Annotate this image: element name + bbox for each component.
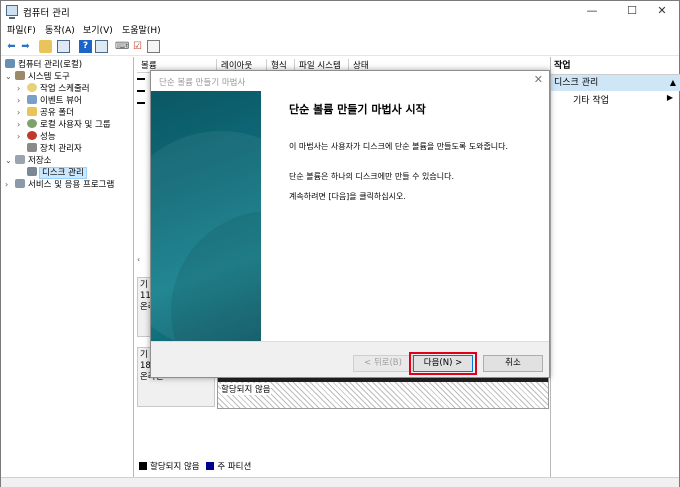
maximize-button[interactable]: ☐: [615, 1, 649, 21]
dialog-button-bar: < 뒤로(B) 다음(N) > 취소: [151, 341, 549, 377]
tree-item-storage[interactable]: ⌄ 저장소: [5, 155, 51, 167]
storage-icon: [15, 155, 25, 164]
forward-arrow-icon[interactable]: ➡: [19, 40, 32, 53]
wizard-banner-image: [151, 91, 261, 341]
unallocated-space[interactable]: 할당되지 않음: [217, 377, 549, 409]
action-more-actions[interactable]: 기타 작업: [573, 93, 609, 106]
expand-down-icon[interactable]: ⌄: [5, 155, 15, 167]
window-title: 컴퓨터 관리: [23, 8, 70, 19]
tree-item-system-tools[interactable]: ⌄ 시스템 도구: [5, 71, 70, 83]
close-button[interactable]: ✕: [645, 1, 679, 21]
dialog-title-bar: 단순 볼륨 만들기 마법사 ✕: [151, 71, 549, 91]
volume-icon: [137, 78, 145, 80]
performance-icon: [27, 131, 37, 140]
navigation-tree: 컴퓨터 관리(로컬) ⌄ 시스템 도구 › 작업 스케줄러 › 이벤트 뷰어 › 공유 …: [1, 57, 134, 477]
show-hide-tree-icon[interactable]: [57, 40, 70, 53]
services-icon: [15, 179, 25, 188]
tree-item-device-manager[interactable]: 장치 관리자: [27, 143, 82, 155]
event-viewer-icon: [27, 95, 37, 104]
list-view-icon[interactable]: [147, 40, 160, 53]
menu-bar: 파일(F) 동작(A) 보기(V) 도움말(H): [1, 21, 679, 37]
properties-icon[interactable]: [95, 40, 108, 53]
wizard-note: 단순 볼륨은 하나의 디스크에만 만들 수 있습니다.: [289, 172, 454, 181]
menu-view[interactable]: 보기(V): [83, 23, 113, 36]
volume-icon: [137, 90, 145, 92]
expand-right-icon[interactable]: ›: [17, 107, 27, 119]
computer-icon: [5, 59, 15, 68]
menu-action[interactable]: 동작(A): [45, 23, 75, 36]
tree-item-disk-management[interactable]: 디스크 관리: [27, 167, 87, 179]
expand-right-icon[interactable]: ›: [17, 83, 27, 95]
connect-icon[interactable]: ⌨: [115, 40, 129, 53]
computer-management-icon: [6, 5, 18, 19]
actions-title: 작업: [551, 57, 680, 75]
tools-icon: [15, 71, 25, 80]
device-manager-icon: [27, 143, 37, 152]
tree-item-event-viewer[interactable]: › 이벤트 뷰어: [17, 95, 82, 107]
back-arrow-icon[interactable]: ⬅: [5, 40, 18, 53]
help-icon[interactable]: ?: [79, 40, 92, 53]
up-folder-icon[interactable]: [39, 40, 52, 53]
cancel-button[interactable]: 취소: [483, 355, 543, 372]
legend: 할당되지 않음 주 파티션: [139, 460, 251, 472]
dialog-title: 단순 볼륨 만들기 마법사: [159, 78, 246, 88]
tree-item-local-users[interactable]: › 로컬 사용자 및 그룹: [17, 119, 111, 131]
unallocated-bar: [218, 378, 548, 382]
tree-item-performance[interactable]: › 성능: [17, 131, 56, 143]
toolbar: ⬅ ➡ ? ⌨ ☑: [1, 38, 679, 56]
shared-folder-icon: [27, 107, 37, 116]
status-bar: [1, 477, 679, 487]
actions-pane: 작업 디스크 관리 ▲ 기타 작업 ▶: [550, 57, 680, 477]
next-button-highlight: [409, 352, 477, 375]
menu-help[interactable]: 도움말(H): [122, 23, 161, 36]
expand-right-icon[interactable]: ›: [17, 119, 27, 131]
tree-item-root[interactable]: 컴퓨터 관리(로컬): [5, 59, 82, 71]
legend-unallocated-swatch: [139, 462, 147, 470]
expand-right-icon[interactable]: ›: [5, 179, 15, 191]
menu-file[interactable]: 파일(F): [7, 23, 36, 36]
wizard-heading: 단순 볼륨 만들기 마법사 시작: [289, 103, 426, 116]
expand-down-icon[interactable]: ⌄: [5, 71, 15, 83]
back-button[interactable]: < 뒤로(B): [353, 355, 413, 372]
users-icon: [27, 119, 37, 128]
disk-icon: [27, 167, 37, 176]
title-bar: 컴퓨터 관리 — ☐ ✕: [1, 1, 679, 21]
collapse-up-icon[interactable]: ▲: [670, 75, 676, 91]
check-icon[interactable]: ☑: [131, 40, 144, 53]
clock-icon: [27, 83, 37, 92]
submenu-arrow-icon: ▶: [666, 93, 673, 102]
wizard-description: 이 마법사는 사용자가 디스크에 단순 볼륨을 만들도록 도와줍니다.: [289, 142, 509, 151]
tree-item-task-scheduler[interactable]: › 작업 스케줄러: [17, 83, 90, 95]
actions-section-disk-management[interactable]: 디스크 관리 ▲: [551, 75, 680, 91]
wizard-instruction: 계속하려면 [다음]을 클릭하십시오.: [289, 192, 406, 201]
volume-icon: [137, 102, 145, 104]
new-simple-volume-wizard: 단순 볼륨 만들기 마법사 ✕ 단순 볼륨 만들기 마법사 시작 이 마법사는 …: [150, 70, 550, 378]
unallocated-label: 할당되지 않음: [221, 383, 271, 395]
expand-right-icon[interactable]: ›: [17, 131, 27, 143]
tree-item-services[interactable]: › 서비스 및 응용 프로그램: [5, 179, 114, 191]
expand-right-icon[interactable]: ›: [17, 95, 27, 107]
minimize-button[interactable]: —: [575, 1, 609, 21]
tree-item-shared-folders[interactable]: › 공유 폴더: [17, 107, 74, 119]
scroll-left-icon[interactable]: ‹: [137, 255, 140, 264]
dialog-close-icon[interactable]: ✕: [534, 73, 543, 86]
legend-primary-swatch: [206, 462, 215, 470]
